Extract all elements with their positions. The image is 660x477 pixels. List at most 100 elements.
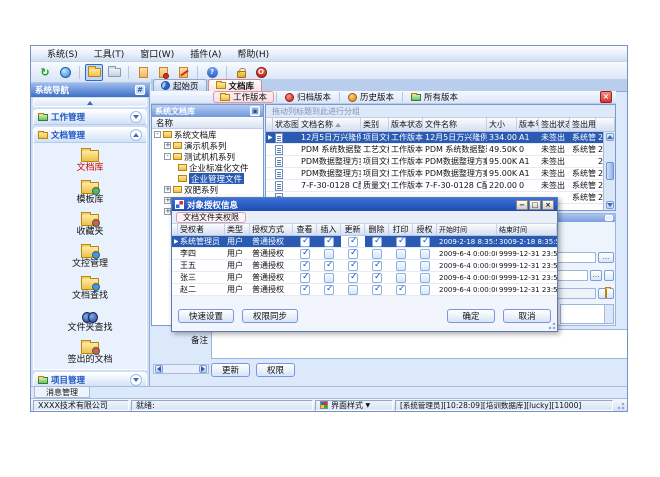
minimize-icon[interactable]: − [516, 200, 528, 210]
tree-horizontal-scrollbar[interactable] [153, 364, 209, 374]
permission-row[interactable]: 王五用户普通授权2009-6-4 0:00:009999-12-31 23:59… [172, 260, 557, 272]
update-checkbox[interactable] [348, 273, 358, 283]
tab-start-page[interactable]: 起始页 [153, 79, 207, 91]
scrollbar-thumb[interactable] [606, 162, 614, 180]
view-checkbox[interactable] [300, 285, 310, 295]
grant-checkbox[interactable] [420, 237, 430, 247]
scroll-up-arrow[interactable] [606, 133, 614, 141]
open-folder-button[interactable] [598, 288, 614, 299]
update-checkbox[interactable] [348, 237, 358, 247]
ok-button[interactable]: 确定 [447, 309, 495, 323]
update-checkbox[interactable] [348, 261, 358, 271]
permission-row[interactable]: 张三用户普通授权2009-6-4 0:00:009999-12-31 23:59… [172, 272, 557, 284]
col-insert[interactable]: 插入 [317, 224, 341, 235]
print-checkbox[interactable] [396, 273, 406, 283]
menu-help[interactable]: 帮助(H) [229, 46, 277, 61]
print-checkbox[interactable] [396, 261, 406, 271]
permission-sync-button[interactable]: 权限同步 [242, 309, 298, 323]
delete-checkbox[interactable] [372, 249, 382, 259]
update-checkbox[interactable] [348, 249, 358, 259]
col-end-time[interactable]: 结束时间 [497, 224, 557, 235]
col-version-status[interactable]: 版本状态 [389, 118, 423, 131]
tree-item[interactable]: +演示机系列 [152, 140, 263, 151]
col-print[interactable]: 打印 [389, 224, 413, 235]
col-start-time[interactable]: 开始时间 [437, 224, 497, 235]
tree-panel-button[interactable]: ▣ [250, 106, 260, 116]
expander-icon[interactable]: + [164, 186, 171, 193]
grant-checkbox[interactable] [420, 249, 430, 259]
col-checkout-user[interactable]: 签出用户 [570, 118, 596, 131]
tree-item-selected[interactable]: 企业管理文件 [152, 173, 263, 184]
insert-checkbox[interactable] [324, 285, 334, 295]
menu-window[interactable]: 窗口(W) [132, 46, 182, 61]
collapse-button[interactable] [130, 111, 142, 123]
ui-style-cell[interactable]: 界面样式 ▼ [315, 400, 393, 411]
expander-icon[interactable]: + [164, 142, 171, 149]
update-checkbox[interactable] [348, 285, 358, 295]
grant-checkbox[interactable] [420, 261, 430, 271]
col-view[interactable]: 查看 [293, 224, 317, 235]
open-folder-button[interactable] [85, 64, 103, 81]
col-category[interactable]: 类别 [361, 118, 389, 131]
note-textarea[interactable] [211, 329, 628, 359]
tab-all-versions[interactable]: 所有版本 [405, 91, 464, 103]
insert-checkbox[interactable] [324, 237, 334, 247]
browse-button[interactable] [56, 64, 74, 81]
table-row[interactable]: PDM数据整理方案2.doc项目文档工作版本PDM数据整理方案2.doc95.0… [266, 168, 615, 180]
tree-item[interactable]: +双肥系列 [152, 184, 263, 195]
dialog-resize-grip[interactable] [547, 321, 556, 330]
group-by-bar[interactable]: 拖动列标题到此进行分组 [266, 105, 615, 118]
table-row[interactable]: 7-F-30-0128 C配TOM质量文件工作版本7-F-30-0128 C配T… [266, 180, 615, 192]
permission-row[interactable]: 李四用户普通授权2009-6-4 0:00:009999-12-31 23:59… [172, 248, 557, 260]
insert-checkbox[interactable] [324, 273, 334, 283]
sidebar-item-template-library[interactable]: 模板库 [34, 177, 146, 209]
table-vertical-scrollbar[interactable] [603, 132, 615, 210]
print-checkbox[interactable] [396, 285, 406, 295]
detail-scroll-area[interactable] [560, 304, 614, 324]
print-checkbox[interactable] [396, 249, 406, 259]
panel-button[interactable] [605, 215, 613, 221]
permission-button[interactable]: 权限 [256, 363, 295, 377]
expander-icon[interactable]: - [164, 153, 171, 160]
lock-button[interactable] [232, 64, 250, 81]
message-manage-tab[interactable]: 消息管理 [34, 387, 90, 398]
tab-history-version[interactable]: 历史版本 [342, 91, 400, 103]
expander-icon[interactable]: + [164, 208, 171, 215]
menu-system[interactable]: 系统(S) [39, 46, 86, 61]
view-checkbox[interactable] [300, 249, 310, 259]
menu-tools[interactable]: 工具(T) [86, 46, 133, 61]
print-checkbox[interactable] [396, 237, 406, 247]
delete-checkbox[interactable] [372, 237, 382, 247]
view-checkbox[interactable] [300, 273, 310, 283]
tree-item[interactable]: 企业标准化文件 [152, 162, 263, 173]
col-checkout-status[interactable]: 签出状态 [539, 118, 570, 131]
col-grantee[interactable]: 受权者 [178, 224, 225, 235]
col-type[interactable]: 类型 [225, 224, 250, 235]
sidebar-item-folder-search[interactable]: 文件夹查找 [34, 305, 146, 337]
tree-item[interactable]: -测试机机系列 [152, 151, 263, 162]
delete-checkbox[interactable] [372, 285, 382, 295]
mail-button[interactable] [134, 64, 152, 81]
collapse-button[interactable] [130, 374, 142, 386]
view-checkbox[interactable] [300, 261, 310, 271]
sidebar-item-doc-control[interactable]: 文控管理 [34, 241, 146, 273]
sidebar-item-checked-out-docs[interactable]: 签出的文档 [34, 337, 146, 369]
table-row[interactable]: PDM 系统数据整理检…工艺文档工作版本PDM 系统数据整理…49.50KB0未… [266, 144, 615, 156]
expander-icon[interactable]: + [164, 197, 171, 204]
dialog-title-bar[interactable]: 对象授权信息 − □ × [172, 198, 557, 211]
sidebar-scroll-up[interactable] [33, 98, 147, 107]
col-size[interactable]: 大小 [487, 118, 517, 131]
grant-checkbox[interactable] [420, 285, 430, 295]
scroll-left-arrow[interactable] [155, 365, 163, 373]
table-row[interactable]: ▶12月5日万兴隆例行…项目文档工作版本12月5日万兴隆例行…334.00KBA… [266, 132, 615, 144]
permission-row[interactable]: 赵二用户普通授权2009-6-4 0:00:009999-12-31 23:59… [172, 284, 557, 296]
tab-archived-version[interactable]: 归档版本 [279, 91, 337, 103]
permission-row[interactable]: ▶系统管理员用户普通授权2009-2-18 8:35:573009-2-18 8… [172, 236, 557, 248]
expander-icon[interactable]: - [154, 131, 161, 138]
help-button[interactable]: ? [203, 64, 221, 81]
col-version-no[interactable]: 版本号 [517, 118, 539, 131]
update-button[interactable]: 更新 [211, 363, 250, 377]
mail-block-button[interactable] [174, 64, 192, 81]
mail-check-button[interactable] [154, 64, 172, 81]
quick-setup-button[interactable]: 快速设置 [178, 309, 234, 323]
